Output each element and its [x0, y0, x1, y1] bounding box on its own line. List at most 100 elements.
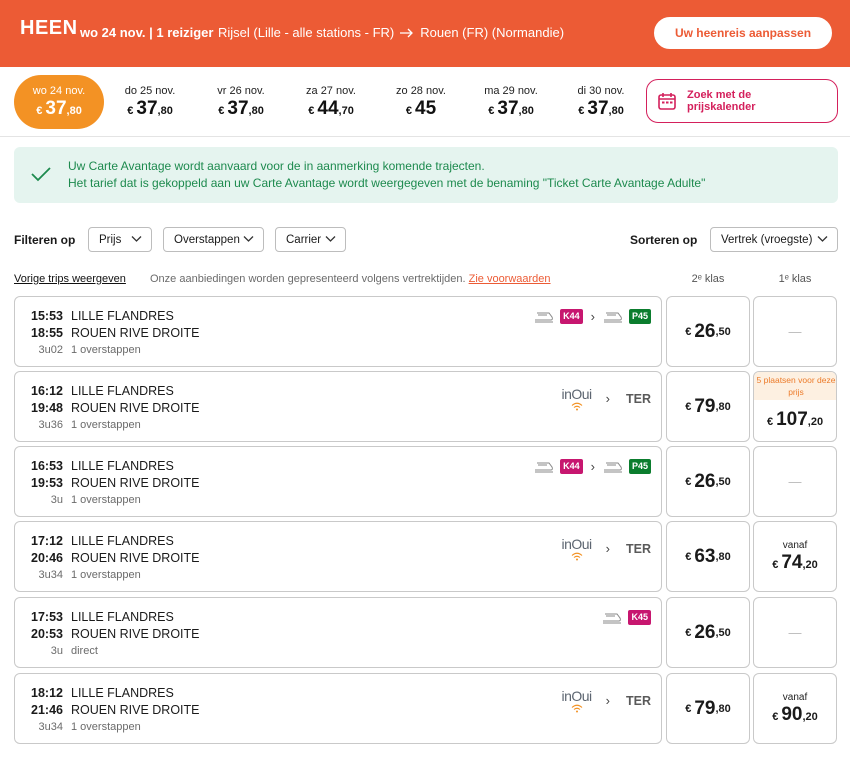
date-option[interactable]: vr 26 nov. € 37,80 — [196, 75, 286, 129]
price-dec: ,80 — [715, 400, 731, 413]
price-dec: ,20 — [802, 710, 818, 723]
train-icon — [535, 462, 554, 472]
chevron-right-icon: › — [605, 541, 610, 556]
date-option[interactable]: ma 29 nov. € 37,80 — [466, 75, 556, 129]
price-filter-dropdown[interactable]: Prijs — [88, 227, 152, 252]
origin-label: Rijsel (Lille - alle stations - FR) — [218, 25, 395, 40]
price-dec: ,80 — [66, 105, 82, 117]
price-int: 37 — [227, 98, 249, 119]
date-option[interactable]: do 25 nov. € 37,80 — [105, 75, 195, 129]
ter-label: TER — [626, 541, 651, 556]
direction-title: HEEN — [20, 17, 78, 39]
price-int: 90 — [781, 703, 803, 725]
date-label: za 27 nov. — [306, 85, 356, 97]
trip-row[interactable]: 17:12 LILLE FLANDRES 20:46 ROUEN RIVE DR… — [14, 521, 662, 592]
carrier-badges: K45 — [602, 610, 651, 625]
price-dec: ,20 — [807, 415, 824, 428]
departure-time: 16:53 — [31, 459, 63, 473]
dropdown-label: Vertrek (vroegste) — [721, 233, 813, 246]
first-class-price[interactable]: vanaf €90,20 — [753, 673, 837, 744]
check-icon — [31, 167, 51, 182]
offers-note: Onze aanbiedingen worden gepresenteerd v… — [150, 273, 551, 285]
arrival-time: 21:46 — [31, 703, 63, 717]
trip-row[interactable]: 18:12 LILLE FLANDRES 21:46 ROUEN RIVE DR… — [14, 673, 662, 744]
duration: 3u — [50, 494, 63, 506]
carte-avantage-banner: Uw Carte Avantage wordt aanvaard voor de… — [14, 147, 838, 203]
first-class-price[interactable]: — — [753, 597, 837, 668]
first-class-price[interactable]: — — [753, 296, 837, 367]
train-icon — [603, 312, 622, 322]
banner-line-2: Het tarief dat is gekoppeld aan uw Carte… — [68, 176, 706, 190]
first-class-price[interactable]: vanaf €74,20 — [753, 521, 837, 592]
destination-label: Rouen (FR) (Normandie) — [420, 25, 565, 40]
price-dec: ,50 — [715, 475, 731, 488]
euro-sign: € — [405, 105, 412, 117]
carrier-badges: inOui › TER — [561, 536, 651, 561]
second-class-price[interactable]: €26,50 — [666, 597, 750, 668]
date-option[interactable]: za 27 nov. € 44,70 — [286, 75, 376, 129]
price-int: 37 — [136, 98, 158, 119]
seats-left-notice: 5 plaatsen voor deze prijs — [754, 372, 836, 400]
arrow-right-icon — [400, 28, 414, 37]
arrival-time: 19:48 — [31, 401, 63, 415]
date-price: € 37,80 — [466, 98, 556, 120]
transfers: direct — [71, 645, 98, 657]
wifi-icon — [571, 552, 582, 561]
date-label: wo 24 nov. — [32, 85, 86, 97]
date-price: € 37,80 — [556, 98, 646, 120]
line-badge: P45 — [628, 309, 651, 324]
price-int: 26 — [694, 470, 716, 492]
adjust-journey-button[interactable]: Uw heenreis aanpassen — [654, 17, 832, 49]
second-class-price[interactable]: €26,50 — [666, 446, 750, 517]
carrier-filter-dropdown[interactable]: Carrier — [275, 227, 346, 252]
departure-time: 15:53 — [31, 309, 63, 323]
banner-line-1: Uw Carte Avantage wordt aanvaard voor de… — [68, 159, 485, 173]
first-class-price[interactable]: 5 plaatsen voor deze prijs €107,20 — [753, 371, 837, 442]
trip-row[interactable]: 16:53 LILLE FLANDRES 19:53 ROUEN RIVE DR… — [14, 446, 662, 517]
price-int: 44 — [317, 98, 339, 119]
euro-sign: € — [685, 400, 692, 413]
second-class-price[interactable]: €79,80 — [666, 371, 750, 442]
calendar-icon — [658, 93, 676, 110]
euro-sign: € — [685, 325, 692, 338]
inoui-logo: inOui — [561, 688, 592, 713]
trip-row[interactable]: 17:53 LILLE FLANDRES 20:53 ROUEN RIVE DR… — [14, 597, 662, 668]
arrival-time: 20:46 — [31, 551, 63, 565]
date-option-active[interactable]: wo 24 nov. € 37,80 — [14, 75, 104, 129]
euro-sign: € — [308, 105, 315, 117]
carrier-badges: inOui › TER — [561, 688, 651, 713]
euro-sign: € — [685, 626, 692, 639]
banner-text: Uw Carte Avantage wordt aanvaard voor de… — [68, 158, 705, 192]
transfers-filter-dropdown[interactable]: Overstappen — [163, 227, 264, 252]
unavailable-dash: — — [788, 324, 802, 339]
date-price: € 45 — [376, 98, 466, 120]
trip-row[interactable]: 15:53 LILLE FLANDRES 18:55 ROUEN RIVE DR… — [14, 296, 662, 367]
conditions-link[interactable]: Zie voorwaarden — [469, 273, 551, 285]
transfers: 1 overstappen — [71, 419, 141, 431]
trip-row[interactable]: 16:12 LILLE FLANDRES 19:48 ROUEN RIVE DR… — [14, 371, 662, 442]
sort-dropdown[interactable]: Vertrek (vroegste) — [710, 227, 838, 252]
date-option[interactable]: di 30 nov. € 37,80 — [556, 75, 646, 129]
carrier-badges: K44 › P45 — [534, 459, 651, 474]
second-class-price[interactable]: €63,80 — [666, 521, 750, 592]
chevron-right-icon: › — [605, 693, 610, 708]
duration: 3u34 — [38, 569, 63, 581]
price-calendar-button[interactable]: Zoek met de prijskalender — [646, 79, 838, 123]
arrival-station: ROUEN RIVE DROITE — [71, 476, 200, 490]
previous-trips-link[interactable]: Vorige trips weergeven — [14, 273, 126, 285]
first-class-price[interactable]: — — [753, 446, 837, 517]
line-badge: K44 — [560, 309, 583, 324]
line-badge: K45 — [628, 610, 651, 625]
second-class-price[interactable]: €79,80 — [666, 673, 750, 744]
date-travelers: wo 24 nov. | 1 reiziger — [80, 25, 214, 40]
inoui-wordmark: inOui — [561, 386, 592, 402]
date-option[interactable]: zo 28 nov. € 45 — [376, 75, 466, 129]
price-int: 37 — [45, 98, 67, 119]
chevron-right-icon: › — [590, 459, 595, 474]
departure-station: LILLE FLANDRES — [71, 610, 174, 624]
price-dec: ,70 — [338, 105, 354, 117]
train-icon — [603, 613, 622, 623]
price-dec: ,80 — [157, 105, 173, 117]
route: Rijsel (Lille - alle stations - FR) Roue… — [218, 25, 564, 40]
second-class-price[interactable]: €26,50 — [666, 296, 750, 367]
